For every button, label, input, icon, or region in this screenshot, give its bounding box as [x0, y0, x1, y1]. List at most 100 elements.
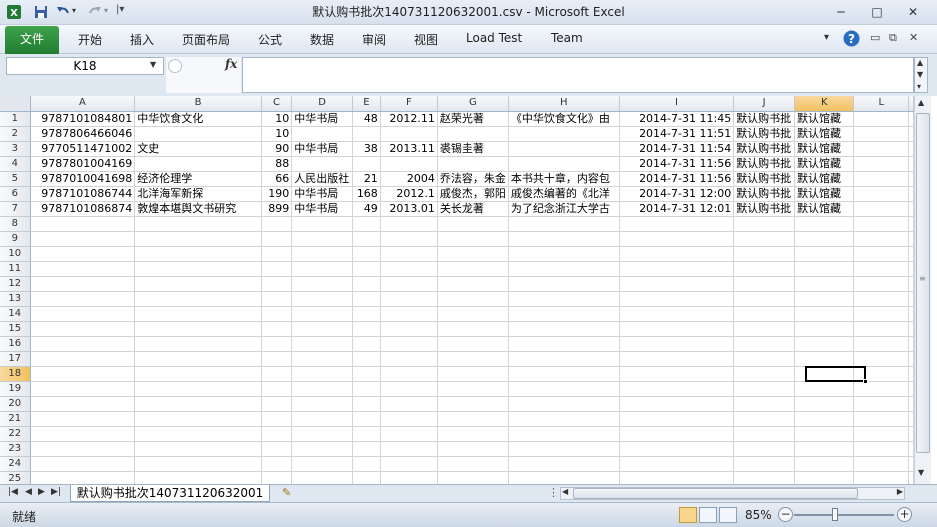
cell[interactable]	[508, 426, 620, 442]
row-header[interactable]: 10	[0, 246, 31, 262]
cell[interactable]	[134, 366, 262, 382]
column-header-l[interactable]: L	[853, 96, 909, 112]
cell[interactable]	[508, 366, 620, 382]
cell[interactable]: 190	[261, 186, 293, 202]
cell[interactable]	[908, 471, 914, 484]
cell[interactable]	[908, 411, 914, 427]
cell[interactable]	[352, 261, 381, 277]
cell[interactable]: 2012.11	[380, 111, 438, 127]
tab-team[interactable]: Team	[551, 31, 583, 45]
cell[interactable]	[733, 291, 796, 307]
cell[interactable]	[380, 216, 438, 232]
cell[interactable]	[291, 441, 354, 457]
cell[interactable]	[352, 216, 381, 232]
cell[interactable]: 乔法容，朱金	[437, 171, 509, 187]
close-button[interactable]: ✕	[900, 3, 926, 21]
cell[interactable]	[794, 381, 855, 397]
cell[interactable]	[508, 321, 620, 337]
row-header[interactable]: 25	[0, 471, 31, 484]
cell[interactable]	[291, 366, 354, 382]
cell[interactable]	[733, 456, 796, 472]
cell[interactable]	[508, 141, 620, 157]
row-header[interactable]: 19	[0, 381, 31, 397]
cell[interactable]	[134, 471, 262, 484]
cell[interactable]	[508, 396, 620, 412]
cell[interactable]	[134, 336, 262, 352]
cell[interactable]	[352, 456, 381, 472]
cell[interactable]	[352, 441, 381, 457]
cell[interactable]	[908, 186, 914, 202]
row-header[interactable]: 16	[0, 336, 31, 352]
cell[interactable]: 899	[261, 201, 293, 217]
cell[interactable]	[794, 291, 855, 307]
column-header-i[interactable]: I	[619, 96, 735, 112]
row-header[interactable]: 7	[0, 201, 31, 217]
cell-table[interactable]: ABCDEFGHIJKL 1 9787101084801 中华饮食文化 10 中华书局 4…	[0, 96, 914, 484]
cell[interactable]	[908, 111, 914, 127]
cell[interactable]	[794, 426, 855, 442]
cell[interactable]	[619, 366, 735, 382]
cell[interactable]	[794, 411, 855, 427]
cell[interactable]	[908, 171, 914, 187]
cell[interactable]	[733, 471, 796, 484]
cell[interactable]	[291, 396, 354, 412]
cell[interactable]	[794, 306, 855, 322]
cell[interactable]	[352, 336, 381, 352]
cell[interactable]	[853, 141, 909, 157]
cell[interactable]	[508, 276, 620, 292]
column-header-b[interactable]: B	[134, 96, 262, 112]
cell[interactable]	[619, 381, 735, 397]
cell[interactable]	[794, 261, 855, 277]
tab-split-handle[interactable]: ⋮	[548, 486, 559, 499]
cell[interactable]: 默认馆藏	[794, 111, 855, 127]
cell[interactable]	[619, 456, 735, 472]
sheet-tab-active[interactable]: 默认购书批次140731120632001	[70, 485, 270, 502]
cell[interactable]	[508, 336, 620, 352]
cell[interactable]	[352, 291, 381, 307]
workbook-restore-icon[interactable]: ⧉	[889, 31, 897, 45]
cell[interactable]: 戚俊杰编著的《北洋	[508, 186, 620, 202]
cell[interactable]	[30, 261, 136, 277]
cell[interactable]	[134, 291, 262, 307]
cell[interactable]	[908, 306, 914, 322]
cell[interactable]	[437, 441, 509, 457]
cell[interactable]	[291, 156, 354, 172]
cell[interactable]	[134, 276, 262, 292]
row-header[interactable]: 12	[0, 276, 31, 292]
formula-scroll-up-icon[interactable]: ▲	[917, 58, 923, 67]
cell[interactable]	[380, 351, 438, 367]
cell[interactable]: 中华书局	[291, 201, 354, 217]
cell[interactable]	[508, 441, 620, 457]
cell[interactable]: 9787801004169	[30, 156, 136, 172]
cell[interactable]	[380, 366, 438, 382]
cell[interactable]: 默认购书批	[733, 156, 796, 172]
cell[interactable]	[30, 381, 136, 397]
cell[interactable]	[291, 471, 354, 484]
tab-file[interactable]: 文件	[5, 26, 59, 54]
cell[interactable]	[437, 456, 509, 472]
cell[interactable]	[261, 231, 293, 247]
cell[interactable]: 中华书局	[291, 111, 354, 127]
cell[interactable]	[908, 321, 914, 337]
horizontal-scrollbar[interactable]: ◀ ▶	[560, 487, 905, 500]
cell[interactable]	[908, 126, 914, 142]
cell[interactable]	[352, 381, 381, 397]
cell[interactable]: 2014-7-31 11:54	[619, 141, 735, 157]
cell[interactable]: 2014-7-31 11:56	[619, 156, 735, 172]
cell[interactable]	[508, 471, 620, 484]
cell[interactable]	[134, 321, 262, 337]
cell[interactable]	[853, 351, 909, 367]
cell[interactable]	[380, 441, 438, 457]
cell[interactable]: 人民出版社	[291, 171, 354, 187]
cell[interactable]	[853, 276, 909, 292]
row-header[interactable]: 18	[0, 366, 31, 382]
cell[interactable]	[853, 291, 909, 307]
cell[interactable]: 9787101086744	[30, 186, 136, 202]
name-box-dropdown-icon[interactable]: ▼	[150, 60, 156, 69]
cell[interactable]	[908, 141, 914, 157]
minimize-button[interactable]: ─	[828, 3, 854, 21]
cell[interactable]	[30, 276, 136, 292]
cell[interactable]	[908, 456, 914, 472]
cell[interactable]	[437, 231, 509, 247]
cell[interactable]	[352, 321, 381, 337]
